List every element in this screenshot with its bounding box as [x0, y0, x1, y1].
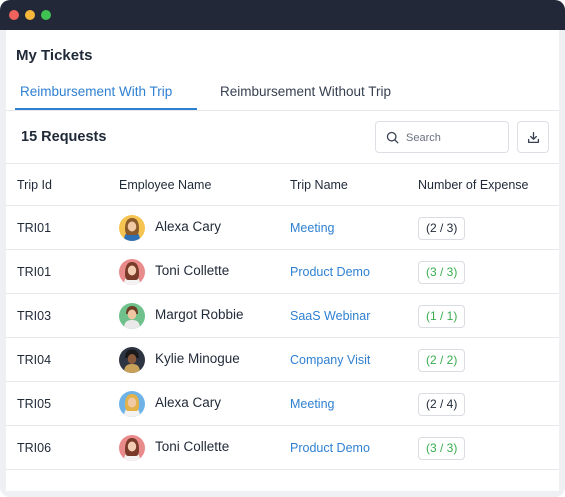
employee-name: Toni Collette [155, 439, 230, 454]
employee-name: Alexa Cary [155, 219, 222, 234]
avatar [119, 347, 145, 373]
table-row[interactable]: TRI01 Alexa Cary Meeting (2 / 3) [6, 206, 559, 250]
search-input[interactable] [406, 129, 502, 147]
expense-count-badge: (3 / 3) [418, 437, 466, 460]
trip-name-link[interactable]: Company Visit [290, 353, 370, 367]
avatar [119, 435, 145, 461]
avatar [119, 259, 145, 285]
employee-name: Alexa Cary [155, 395, 222, 410]
app-window: My Tickets Reimbursement With Trip Reimb… [0, 0, 565, 497]
trip-name-link[interactable]: Meeting [290, 397, 334, 411]
tickets-panel: My Tickets Reimbursement With Trip Reimb… [6, 30, 559, 491]
maximize-window-button[interactable] [41, 10, 51, 20]
header-trip-name[interactable]: Trip Name [290, 178, 348, 192]
active-tab-indicator [15, 108, 197, 110]
trip-id: TRI01 [17, 265, 52, 279]
tab-bar: Reimbursement With Trip Reimbursement Wi… [6, 78, 559, 111]
tickets-table: Trip Id Employee Name Trip Name Number o… [6, 163, 559, 470]
tab-reimbursement-without-trip[interactable]: Reimbursement Without Trip [220, 84, 391, 99]
trip-name-link[interactable]: Product Demo [290, 441, 370, 455]
download-button[interactable] [517, 121, 549, 153]
avatar [119, 391, 145, 417]
page-title: My Tickets [16, 47, 93, 64]
close-window-button[interactable] [9, 10, 19, 20]
expense-count-badge: (1 / 1) [418, 305, 466, 328]
table-row[interactable]: TRI05 Alexa Cary Meeting (2 / 4) [6, 382, 559, 426]
header-employee-name[interactable]: Employee Name [119, 178, 211, 192]
table-row[interactable]: TRI01 Toni Collette Product Demo (3 / 3) [6, 250, 559, 294]
table-row[interactable]: TRI03 Margot Robbie SaaS Webinar (1 / 1) [6, 294, 559, 338]
expense-count-badge: (2 / 4) [418, 393, 466, 416]
header-trip-id[interactable]: Trip Id [17, 178, 52, 192]
employee-name: Margot Robbie [155, 307, 244, 322]
minimize-window-button[interactable] [25, 10, 35, 20]
avatar [119, 303, 145, 329]
employee-name: Toni Collette [155, 263, 230, 278]
table-header: Trip Id Employee Name Trip Name Number o… [6, 163, 559, 206]
expense-count-badge: (2 / 2) [418, 349, 466, 372]
trip-name-link[interactable]: SaaS Webinar [290, 309, 370, 323]
expense-count-badge: (3 / 3) [418, 261, 466, 284]
request-count: 15 Requests [21, 129, 107, 145]
trip-name-link[interactable]: Meeting [290, 221, 334, 235]
trip-id: TRI03 [17, 309, 52, 323]
expense-count-badge: (2 / 3) [418, 217, 466, 240]
trip-id: TRI01 [17, 221, 52, 235]
table-row[interactable]: TRI06 Toni Collette Product Demo (3 / 3) [6, 426, 559, 470]
trip-name-link[interactable]: Product Demo [290, 265, 370, 279]
download-icon [527, 131, 540, 144]
trip-id: TRI04 [17, 353, 52, 367]
search-icon [386, 131, 399, 144]
search-box[interactable] [375, 121, 509, 153]
trip-id: TRI05 [17, 397, 52, 411]
trip-id: TRI06 [17, 441, 52, 455]
header-number-of-expense[interactable]: Number of Expense [418, 178, 528, 192]
window-titlebar [0, 0, 565, 30]
tab-reimbursement-with-trip[interactable]: Reimbursement With Trip [20, 84, 172, 99]
table-row[interactable]: TRI04 Kylie Minogue Company Visit (2 / 2… [6, 338, 559, 382]
avatar [119, 215, 145, 241]
employee-name: Kylie Minogue [155, 351, 240, 366]
